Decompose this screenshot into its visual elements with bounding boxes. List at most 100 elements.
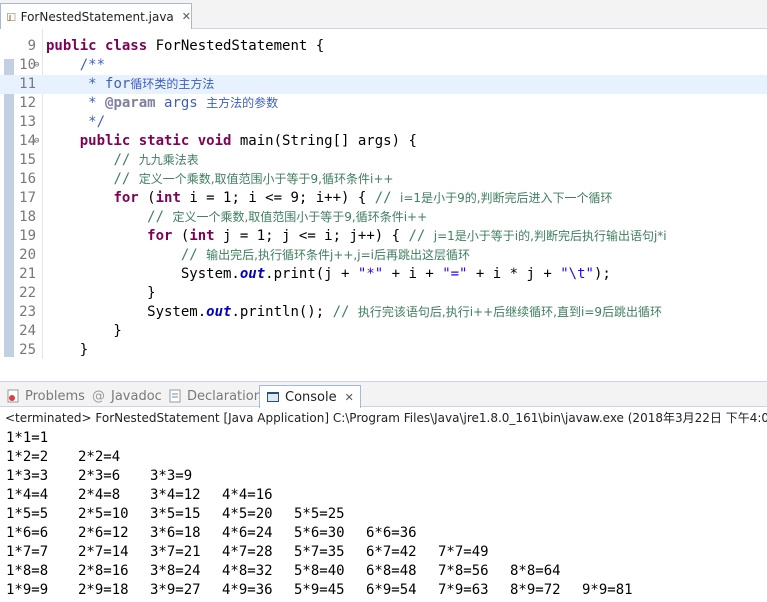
code-line[interactable]: 13 */ [0, 113, 767, 132]
code-token: // [332, 304, 358, 320]
close-icon[interactable]: ✕ [182, 10, 191, 23]
code-line[interactable]: 18 // 定义一个乘数,取值范围小于等于9,循环条件i++ [0, 208, 767, 227]
console-line: 1*6=6 2*6=12 3*6=18 4*6=24 5*6=30 6*6=36 [6, 524, 654, 543]
code-token: j=1是小于等于i的,判断完后执行输出语句j*i [433, 229, 667, 243]
code-text: for (int j = 1; j <= i; j++) { // j=1是小于… [46, 227, 667, 246]
console-cell: 5*7=35 [294, 544, 345, 560]
code-token: /** [79, 57, 106, 73]
code-token: } [46, 285, 156, 301]
console-line: 1*3=3 2*3=6 3*3=9 [6, 467, 654, 486]
line-number: 20 [19, 247, 36, 263]
console-cell: 4*5=20 [222, 506, 273, 522]
console-cell: 6*6=36 [366, 525, 417, 541]
code-line[interactable]: 24 } [0, 322, 767, 341]
code-text: for (int i = 1; i <= 9; i++) { // i=1是小于… [46, 189, 612, 208]
code-text: * @param args 主方法的参数 [46, 94, 278, 113]
code-line[interactable]: 9 public class ForNestedStatement { [0, 37, 767, 56]
code-line[interactable]: 16 // 定义一个乘数,取值范围小于等于9,循环条件i++ [0, 170, 767, 189]
code-line[interactable]: 14 ⊖ public static void main(String[] arg… [0, 132, 767, 151]
console-cell: 3*5=15 [150, 506, 201, 522]
line-number: 14 [19, 133, 36, 149]
at-icon: @ [92, 389, 105, 404]
code-line[interactable]: 23 System.out.println(); // 执行完该语句后,执行i+… [0, 303, 767, 322]
console-cell: 2*6=12 [78, 525, 129, 541]
code-line[interactable]: 21 System.out.print(j + "*" + i + "=" + … [0, 265, 767, 284]
editor-tab-fornestedstatement[interactable]: J ForNestedStatement.java ✕ [0, 3, 192, 29]
code-token: ); [593, 266, 611, 282]
code-token: // [180, 247, 207, 263]
code-token: 循环类的主方法 [130, 77, 215, 91]
console-cell: 1*2=2 [6, 449, 49, 465]
console-cell: 7*7=49 [438, 544, 489, 560]
line-number: 10 [19, 57, 36, 73]
code-line[interactable]: 11 * for循环类的主方法 [0, 75, 767, 94]
code-text: public class ForNestedStatement { [46, 37, 324, 56]
line-number: 23 [19, 304, 36, 320]
fold-toggle-icon[interactable]: ⊖ [34, 132, 39, 151]
editor-tab-label: ForNestedStatement.java [20, 9, 174, 24]
code-text: * for循环类的主方法 [46, 75, 214, 94]
code-line[interactable]: 22 } [0, 284, 767, 303]
console-cell: 7*9=63 [438, 582, 489, 598]
code-token: // [113, 171, 139, 187]
console-cell: 3*9=27 [150, 582, 201, 598]
line-number: 12 [19, 95, 36, 111]
close-icon[interactable]: ✕ [345, 391, 354, 404]
console-cell: 1*8=8 [6, 563, 49, 579]
code-token: .println(); [231, 304, 333, 320]
line-number: 24 [19, 323, 36, 339]
code-token: public static void [79, 133, 240, 149]
code-token: for [147, 228, 181, 244]
console-cell: 5*9=45 [294, 582, 345, 598]
code-token: // [113, 152, 139, 168]
code-line[interactable]: 17 for (int i = 1; i <= 9; i++) { // i=1… [0, 189, 767, 208]
tab-console[interactable]: Console ✕ [259, 385, 361, 408]
console-cell: 9*9=81 [582, 582, 633, 598]
tab-declaration[interactable]: Declaration [168, 386, 262, 406]
console-cell: 1*6=6 [6, 525, 49, 541]
tab-javadoc[interactable]: @ Javadoc [92, 386, 162, 406]
console-cell: 2*4=8 [78, 487, 121, 503]
code-token: main(String[] args) { [239, 133, 417, 149]
line-number: 15 [19, 152, 36, 168]
code-editor[interactable]: 9 public class ForNestedStatement {10 ⊖ /*… [0, 29, 767, 359]
fold-toggle-icon[interactable]: ⊖ [34, 56, 39, 75]
console-line: 1*5=5 2*5=10 3*5=15 4*5=20 5*5=25 [6, 505, 654, 524]
console-cell: 2*9=18 [78, 582, 129, 598]
console-line: 1*7=7 2*7=14 3*7=21 4*7=28 5*7=35 6*7=42 7*7=4… [6, 543, 654, 562]
code-text: } [46, 284, 156, 303]
code-token: i = 1; i <= 9; i++) { [189, 190, 375, 206]
line-number: 11 [19, 76, 36, 92]
code-token: 输出完后,执行循环条件j++,j=i后再跳出这层循环 [206, 248, 470, 262]
console-cell: 3*8=24 [150, 563, 201, 579]
code-line[interactable]: 15 // 九九乘法表 [0, 151, 767, 170]
console-line: 1*9=9 2*9=18 3*9=27 4*9=36 5*9=45 6*9=54 7*9=6… [6, 581, 654, 600]
tab-problems[interactable]: Problems [6, 386, 85, 406]
code-line[interactable]: 20 // 输出完后,执行循环条件j++,j=i后再跳出这层循环 [0, 246, 767, 265]
code-line[interactable]: 12 * @param args 主方法的参数 [0, 94, 767, 113]
code-token: */ [88, 114, 106, 130]
console-cell: 6*7=42 [366, 544, 417, 560]
views-tab-bar: Problems @ Javadoc Declaration Console ✕ [0, 381, 767, 408]
console-cell: 2*2=4 [78, 449, 121, 465]
console-output[interactable]: 1*1=1 1*2=2 2*2=4 1*3=3 2*3=6 3*3=9 1*4=4 2*4=8… [6, 429, 654, 600]
console-cell: 6*9=54 [366, 582, 417, 598]
code-token: // [408, 228, 434, 244]
code-line[interactable]: 25 } [0, 341, 767, 359]
line-number: 22 [19, 285, 36, 301]
code-line[interactable]: 19 for (int j = 1; j <= i; j++) { // j=1… [0, 227, 767, 246]
code-text: // 定义一个乘数,取值范围小于等于9,循环条件i++ [46, 208, 427, 227]
code-token: "=" [442, 266, 468, 282]
code-token: // [147, 209, 173, 225]
console-cell: 6*8=48 [366, 563, 417, 579]
line-number: 25 [19, 342, 36, 358]
console-cell: 4*7=28 [222, 544, 273, 560]
console-cell: 8*9=72 [510, 582, 561, 598]
console-cell: 2*7=14 [78, 544, 129, 560]
tab-declaration-label: Declaration [187, 388, 262, 404]
code-line[interactable]: 10 ⊖ /** [0, 56, 767, 75]
console-cell: 1*4=4 [6, 487, 49, 503]
